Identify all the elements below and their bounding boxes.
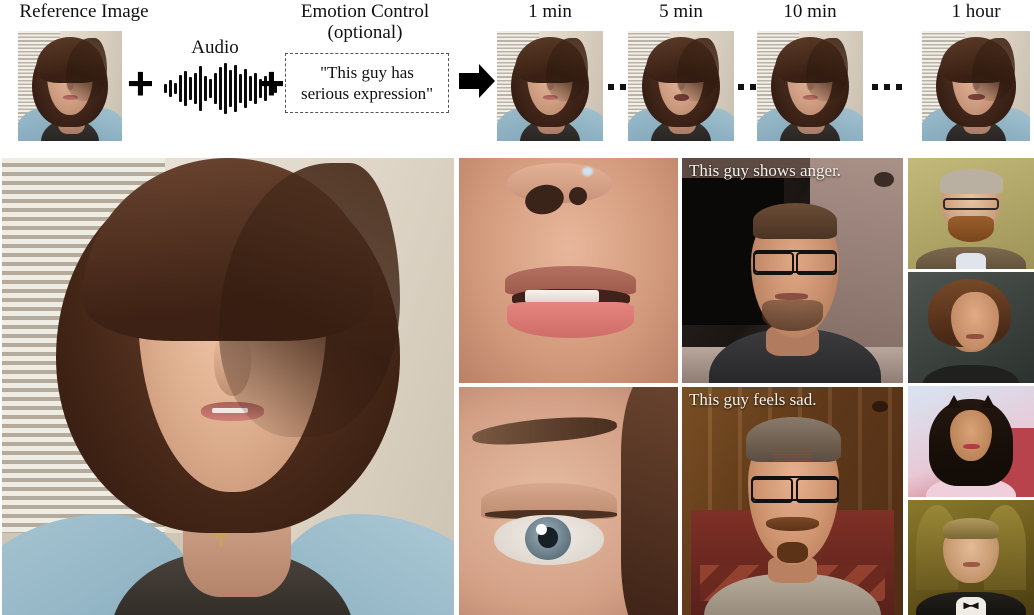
output-duration-label-1: 1 min	[528, 1, 572, 22]
figure-root: Reference Image + Audio + Emotion Contro…	[0, 0, 1034, 615]
thumb-4-scene	[908, 500, 1034, 615]
output-frame-10-min	[757, 31, 863, 141]
panel-mouth-closeup[interactable]	[459, 158, 678, 383]
output-frame-1-min	[497, 31, 603, 141]
output-duration-label-4: 1 hour	[951, 1, 1001, 22]
panel-thumb-man-glasses-beard[interactable]	[908, 158, 1034, 269]
thumb-2-scene	[908, 272, 1034, 383]
plus-operator-2: +	[258, 57, 285, 109]
output-portrait-scene-2	[628, 31, 734, 141]
emotion-control-label-line2: (optional)	[327, 22, 403, 43]
panel-thumb-man-bowtie[interactable]	[908, 500, 1034, 615]
output-frame-1-hour	[922, 31, 1030, 141]
caption-anger: This guy shows anger.	[689, 161, 842, 180]
emotion-prompt-line-2: serious expression"	[300, 84, 434, 103]
reference-image-label: Reference Image	[19, 1, 149, 22]
sad-scene	[682, 387, 903, 615]
panel-emotion-anger[interactable]: This guy shows anger.	[682, 158, 903, 383]
emotion-prompt-box[interactable]: "This guy has serious expression"	[285, 53, 449, 113]
audio-label: Audio	[191, 37, 239, 58]
mouth-closeup-scene	[459, 158, 678, 383]
thumb-1-scene	[908, 158, 1034, 269]
output-duration-label-2: 5 min	[659, 1, 703, 22]
panel-thumb-woman-cat-ears[interactable]	[908, 386, 1034, 497]
pipeline-row: Reference Image + Audio + Emotion Contro…	[0, 0, 1034, 152]
output-portrait-scene-1	[497, 31, 603, 141]
output-frame-5-min	[628, 31, 734, 141]
panel-main-portrait[interactable]	[2, 158, 454, 615]
plus-operator-1: +	[127, 57, 154, 109]
panel-eye-closeup[interactable]	[459, 387, 678, 615]
thumb-3-scene	[908, 386, 1034, 497]
showcase-grid: This guy shows anger. This guy feels sad…	[0, 158, 1034, 615]
panel-thumb-woman-bob[interactable]	[908, 272, 1034, 383]
anger-scene	[682, 158, 903, 383]
main-portrait-scene	[2, 158, 454, 615]
right-arrow-icon	[459, 62, 495, 100]
eye-closeup-scene	[459, 387, 678, 615]
caption-sad: This guy feels sad.	[689, 390, 817, 409]
emotion-control-label-line1: Emotion Control	[300, 1, 430, 22]
reference-portrait-scene	[18, 31, 122, 141]
panel-emotion-sad[interactable]: This guy feels sad.	[682, 387, 903, 615]
output-portrait-scene-4	[922, 31, 1030, 141]
emotion-prompt-line-1: "This guy has	[320, 62, 414, 82]
reference-image-thumbnail	[18, 31, 122, 141]
output-duration-label-3: 10 min	[783, 1, 837, 22]
ellipsis-3	[872, 84, 902, 90]
output-portrait-scene-3	[757, 31, 863, 141]
